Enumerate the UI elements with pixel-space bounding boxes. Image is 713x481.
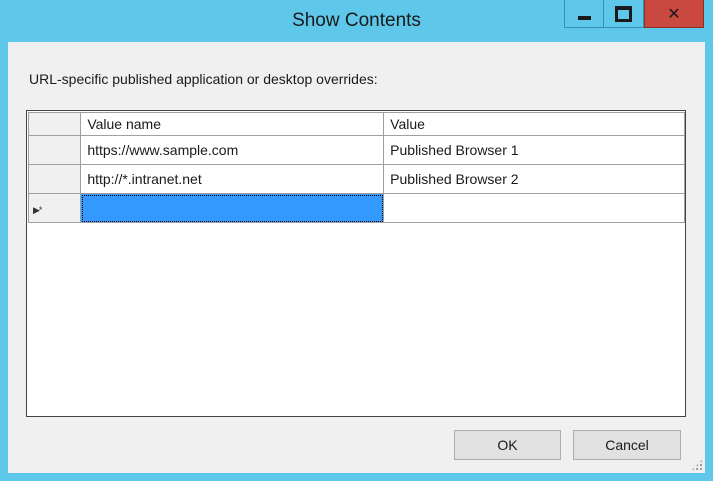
overrides-description: URL-specific published application or de… bbox=[29, 71, 378, 87]
title-bar[interactable]: Show Contents ✕ bbox=[0, 0, 713, 42]
minimize-icon bbox=[577, 16, 591, 20]
corner-header bbox=[27, 112, 82, 136]
table-row[interactable]: http://*.intranet.net Published Browser … bbox=[27, 164, 685, 194]
cell-value[interactable]: Published Browser 1 bbox=[383, 135, 685, 165]
dialog-client-area: URL-specific published application or de… bbox=[8, 42, 705, 473]
new-row-header[interactable]: ▶* bbox=[27, 193, 82, 223]
cell-value-name[interactable]: https://www.sample.com bbox=[80, 135, 385, 165]
new-cell-value[interactable] bbox=[383, 193, 685, 223]
new-row[interactable]: ▶* bbox=[27, 193, 685, 223]
new-cell-value-name[interactable] bbox=[80, 193, 385, 223]
cancel-button[interactable]: Cancel bbox=[573, 430, 681, 460]
column-header-value[interactable]: Value bbox=[383, 112, 685, 136]
overrides-table: Value name Value https://www.sample.com … bbox=[27, 112, 685, 223]
close-button[interactable]: ✕ bbox=[644, 0, 704, 28]
maximize-button[interactable] bbox=[603, 0, 644, 28]
close-icon: ✕ bbox=[667, 4, 681, 23]
column-header-value-name[interactable]: Value name bbox=[80, 112, 385, 136]
row-header[interactable] bbox=[27, 164, 82, 194]
table-row[interactable]: https://www.sample.com Published Browser… bbox=[27, 135, 685, 165]
overrides-grid[interactable]: Value name Value https://www.sample.com … bbox=[26, 110, 686, 417]
cell-value[interactable]: Published Browser 2 bbox=[383, 164, 685, 194]
ok-button[interactable]: OK bbox=[454, 430, 561, 460]
dialog-window: Show Contents ✕ URL-specific published a… bbox=[0, 0, 713, 481]
minimize-button[interactable] bbox=[564, 0, 603, 28]
row-header[interactable] bbox=[27, 135, 82, 165]
cell-value-name[interactable]: http://*.intranet.net bbox=[80, 164, 385, 194]
header-row: Value name Value bbox=[27, 112, 685, 136]
new-row-indicator-icon: ▶* bbox=[33, 205, 42, 215]
resize-grip-icon[interactable] bbox=[691, 459, 703, 471]
maximize-icon bbox=[615, 5, 632, 22]
